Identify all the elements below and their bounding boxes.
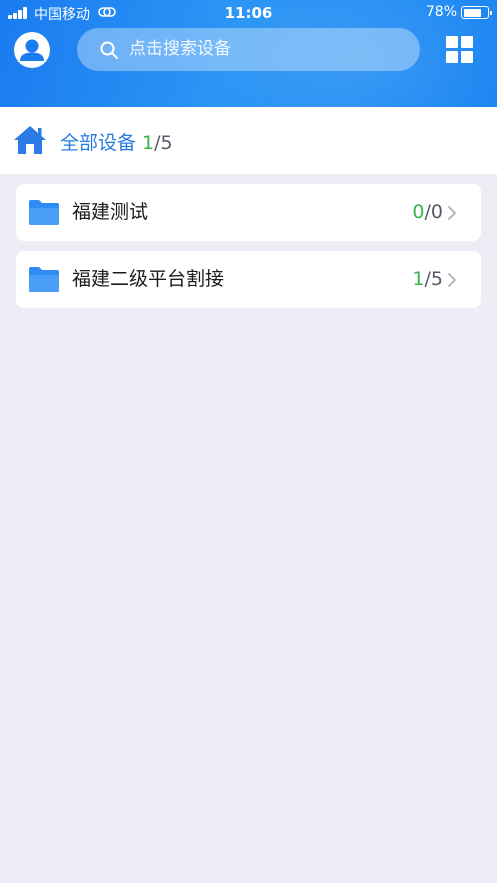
breadcrumb-label: 全部设备 <box>60 132 137 154</box>
grid-view-button[interactable] <box>446 36 474 64</box>
group-device-count: 0/0 <box>412 184 443 241</box>
group-device-count: 1/5 <box>412 251 443 308</box>
folder-icon <box>29 267 59 292</box>
group-online-count: 1 <box>412 268 425 290</box>
app-header: 中国移动 11:06 78% 点击搜索设备 <box>0 0 497 107</box>
breadcrumb-title: 全部设备 1/5 <box>60 128 173 155</box>
device-group-item[interactable]: 福建二级平台割接 1/5 <box>16 251 481 308</box>
search-input[interactable]: 点击搜索设备 <box>129 28 231 71</box>
user-avatar-button[interactable] <box>14 32 50 68</box>
chevron-right-icon <box>448 273 456 287</box>
search-bar[interactable]: 点击搜索设备 <box>77 28 420 71</box>
device-group-item[interactable]: 福建测试 0/0 <box>16 184 481 241</box>
status-bar: 中国移动 11:06 78% <box>0 0 497 26</box>
total-count: 5 <box>160 132 173 154</box>
battery-percent: 78% <box>425 4 457 20</box>
grid-view-icon <box>446 36 458 48</box>
user-avatar-icon <box>20 39 44 61</box>
breadcrumb: 全部设备 1/5 <box>0 107 497 174</box>
home-icon[interactable] <box>12 124 48 156</box>
group-online-count: 0 <box>412 201 425 223</box>
group-name: 福建测试 <box>72 201 149 223</box>
group-total-count: 0 <box>430 201 443 223</box>
battery-icon <box>461 6 492 19</box>
status-time: 11:06 <box>224 4 273 22</box>
folder-icon <box>29 200 59 225</box>
search-icon <box>100 41 118 59</box>
group-name: 福建二级平台割接 <box>72 268 225 290</box>
chevron-right-icon <box>448 206 456 220</box>
online-count: 1 <box>142 132 155 154</box>
group-total-count: 5 <box>430 268 443 290</box>
